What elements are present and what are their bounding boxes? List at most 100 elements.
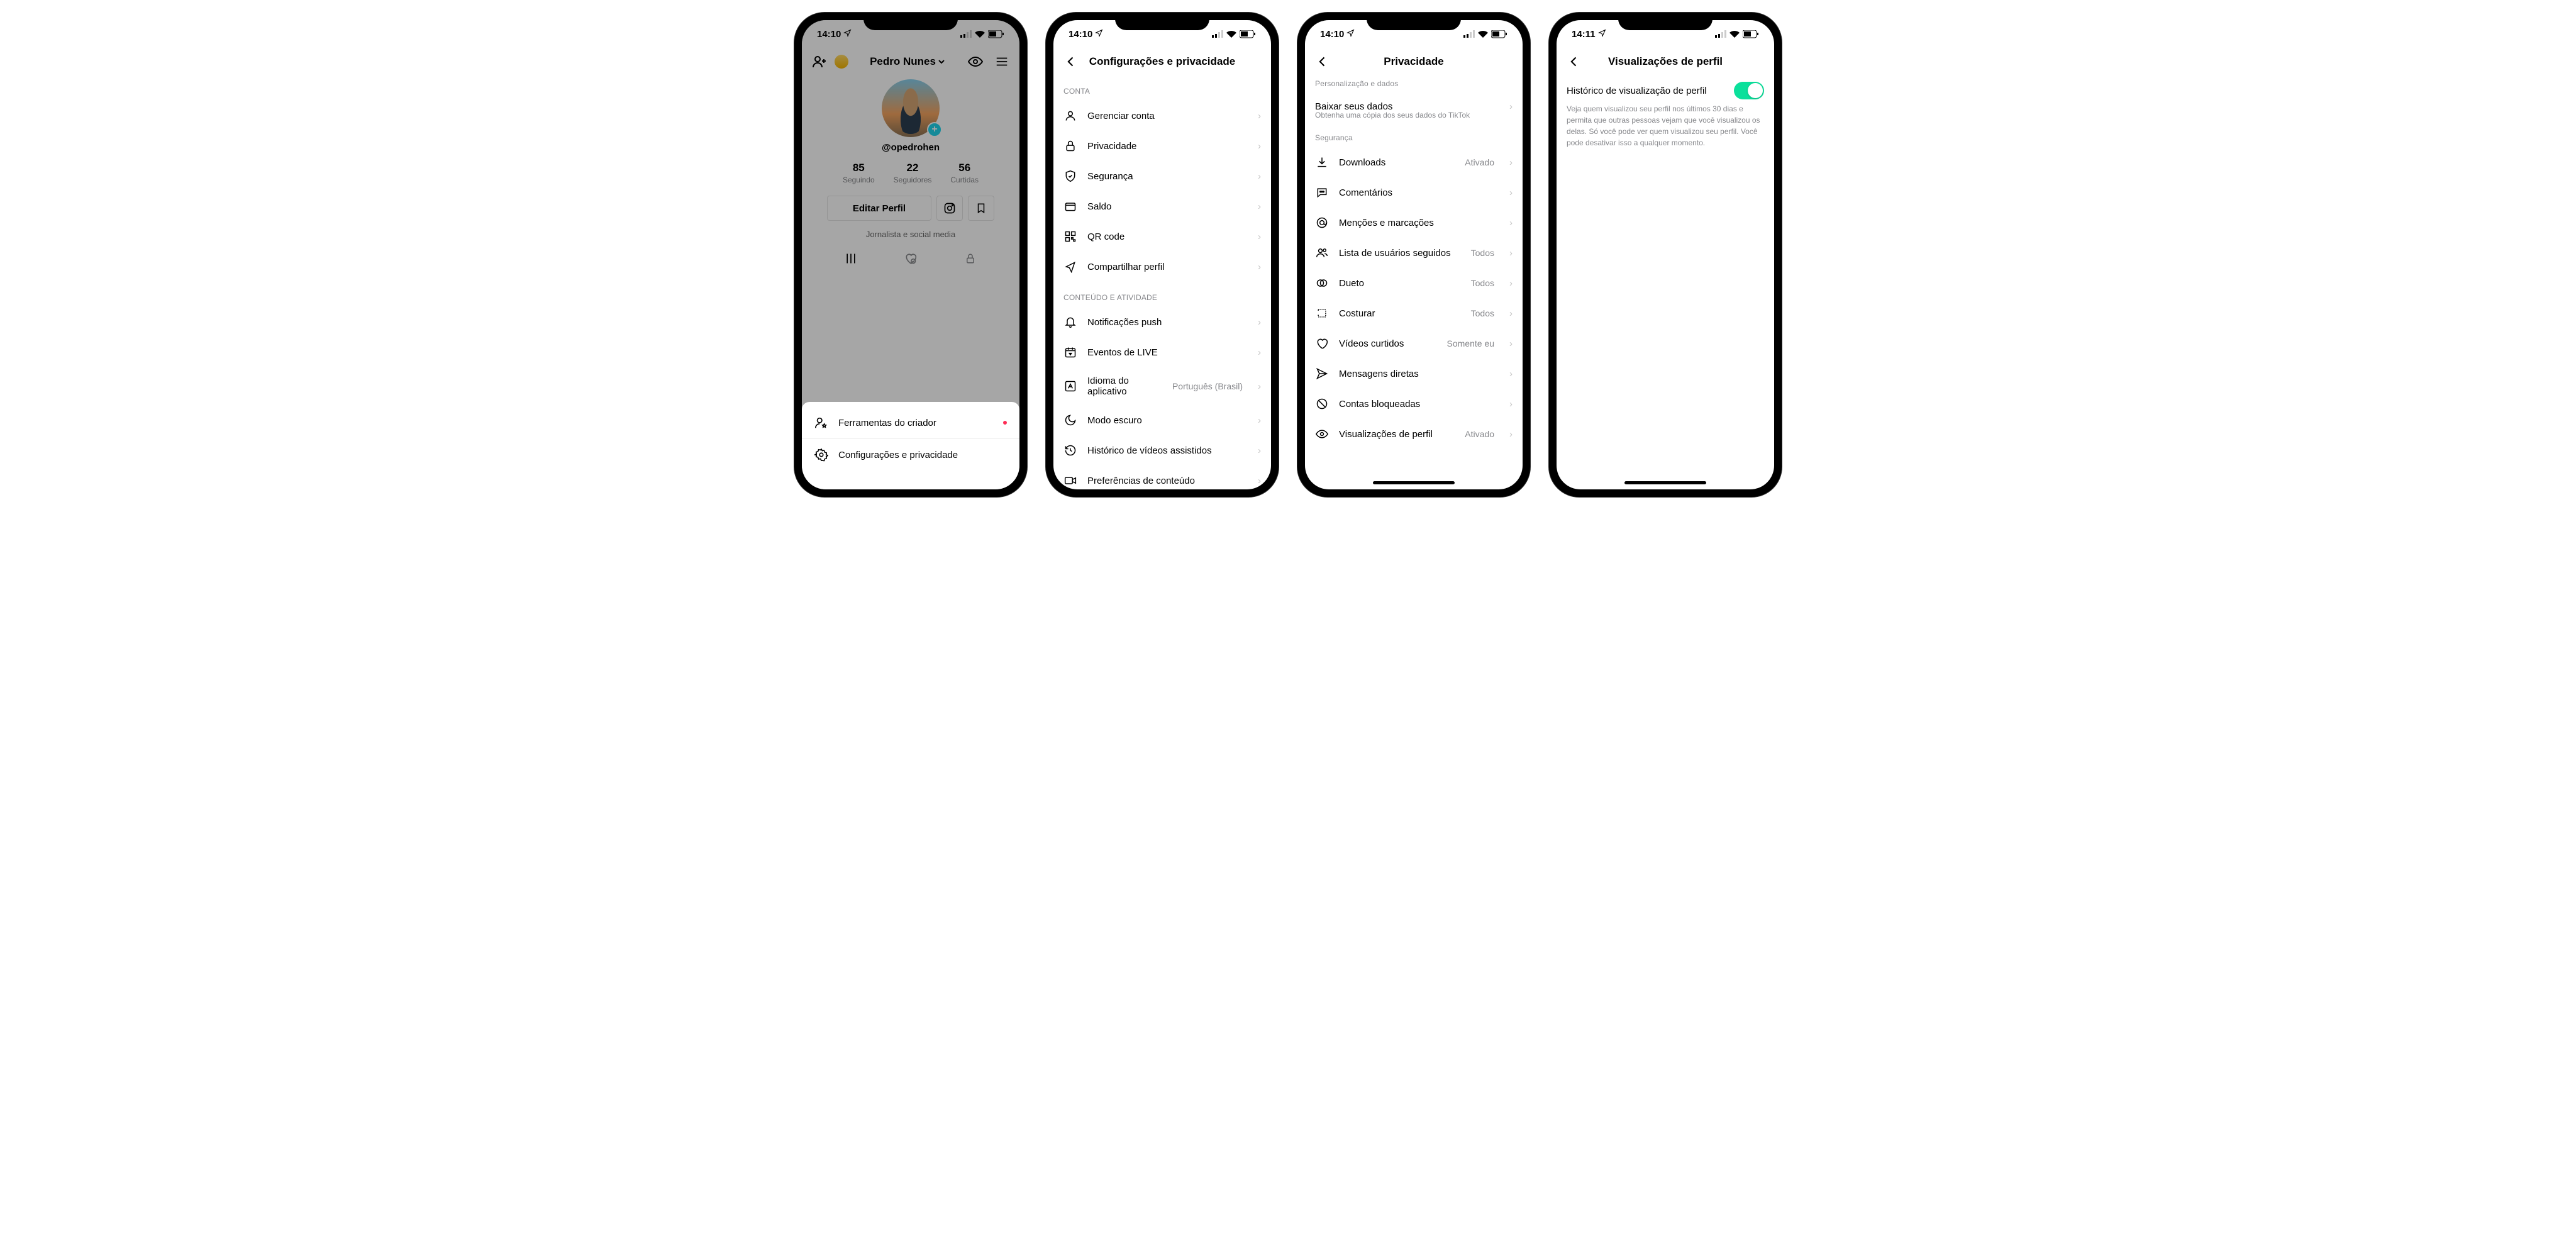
item-manage-account[interactable]: Gerenciar conta › xyxy=(1053,101,1271,131)
phone-3: 14:10 Privacidade Personalização e dados… xyxy=(1297,13,1530,497)
back-button[interactable] xyxy=(1565,53,1583,70)
lock-icon xyxy=(1063,139,1077,153)
chevron-right-icon: › xyxy=(1258,141,1261,152)
profile-view-toggle[interactable] xyxy=(1734,82,1764,99)
item-qr[interactable]: QR code › xyxy=(1053,221,1271,252)
phone-2: 14:10 Configurações e privacidade CONTA … xyxy=(1046,13,1279,497)
shield-icon xyxy=(1063,169,1077,183)
status-icons xyxy=(1212,30,1256,38)
chevron-right-icon: › xyxy=(1258,111,1261,121)
send-icon xyxy=(1315,367,1329,381)
status-icons xyxy=(1463,30,1507,38)
chevron-right-icon: › xyxy=(1258,381,1261,392)
chevron-right-icon: › xyxy=(1509,187,1513,198)
gear-icon xyxy=(814,448,828,462)
item-liked-videos[interactable]: Vídeos curtidos Somente eu › xyxy=(1305,328,1523,359)
page-title: Visualizações de perfil xyxy=(1608,55,1723,68)
chevron-right-icon: › xyxy=(1258,445,1261,456)
at-icon xyxy=(1315,216,1329,230)
chevron-right-icon: › xyxy=(1258,317,1261,328)
screen-profile-views: 14:11 Visualizações de perfil Histórico … xyxy=(1557,20,1774,489)
screen-privacy: 14:10 Privacidade Personalização e dados… xyxy=(1305,20,1523,489)
chevron-right-icon: › xyxy=(1509,399,1513,409)
comment-icon xyxy=(1315,186,1329,199)
item-followed-list[interactable]: Lista de usuários seguidos Todos › xyxy=(1305,238,1523,268)
sheet-settings-label: Configurações e privacidade xyxy=(838,450,958,460)
item-downloads[interactable]: Downloads Ativado › xyxy=(1305,147,1523,177)
privacy-list: Personalização e dados Baixar seus dados… xyxy=(1305,75,1523,489)
item-share[interactable]: Compartilhar perfil › xyxy=(1053,252,1271,282)
item-language[interactable]: Idioma do aplicativo Português (Brasil) … xyxy=(1053,367,1271,405)
item-push[interactable]: Notificações push › xyxy=(1053,307,1271,337)
item-balance[interactable]: Saldo › xyxy=(1053,191,1271,221)
language-icon xyxy=(1063,379,1077,393)
duet-icon xyxy=(1315,276,1329,290)
notch xyxy=(1115,13,1209,30)
item-dm[interactable]: Mensagens diretas › xyxy=(1305,359,1523,389)
location-icon xyxy=(1598,29,1606,40)
item-history[interactable]: Histórico de vídeos assistidos › xyxy=(1053,435,1271,465)
chevron-right-icon: › xyxy=(1509,369,1513,379)
video-icon xyxy=(1063,474,1077,487)
item-blocked[interactable]: Contas bloqueadas › xyxy=(1305,389,1523,419)
home-indicator xyxy=(1373,481,1455,484)
nav-bar: Visualizações de perfil xyxy=(1557,48,1774,75)
item-security[interactable]: Segurança › xyxy=(1053,161,1271,191)
item-dark-mode[interactable]: Modo escuro › xyxy=(1053,405,1271,435)
status-icons xyxy=(1715,30,1759,38)
chevron-right-icon: › xyxy=(1509,278,1513,289)
notch xyxy=(863,13,958,30)
item-comments[interactable]: Comentários › xyxy=(1305,177,1523,208)
notification-dot xyxy=(1003,421,1007,425)
item-stitch[interactable]: Costurar Todos › xyxy=(1305,298,1523,328)
page-title: Configurações e privacidade xyxy=(1089,55,1235,68)
share-icon xyxy=(1063,260,1077,274)
status-time: 14:10 xyxy=(1069,29,1092,40)
bell-icon xyxy=(1063,315,1077,329)
back-button[interactable] xyxy=(1314,53,1331,70)
calendar-icon xyxy=(1063,345,1077,359)
chevron-right-icon: › xyxy=(1258,231,1261,242)
status-time: 14:11 xyxy=(1572,29,1596,40)
screen-settings: 14:10 Configurações e privacidade CONTA … xyxy=(1053,20,1271,489)
toggle-row: Histórico de visualização de perfil xyxy=(1557,75,1774,103)
back-button[interactable] xyxy=(1062,53,1080,70)
section-content: CONTEÚDO E ATIVIDADE xyxy=(1053,282,1271,307)
chevron-right-icon: › xyxy=(1258,171,1261,182)
sheet-settings[interactable]: Configurações e privacidade xyxy=(802,439,1019,471)
chevron-right-icon: › xyxy=(1258,347,1261,358)
phone-1: 14:10 P xyxy=(794,13,1027,497)
item-duet[interactable]: Dueto Todos › xyxy=(1305,268,1523,298)
block-icon xyxy=(1315,397,1329,411)
chevron-right-icon: › xyxy=(1509,218,1513,228)
sheet-creator-tools[interactable]: Ferramentas do criador xyxy=(802,407,1019,439)
creator-tools-icon xyxy=(814,416,828,430)
chevron-right-icon: › xyxy=(1258,476,1261,486)
chevron-right-icon: › xyxy=(1509,429,1513,440)
bottom-sheet: Ferramentas do criador Configurações e p… xyxy=(802,402,1019,489)
item-content-pref[interactable]: Preferências de conteúdo › xyxy=(1053,465,1271,489)
section-account: CONTA xyxy=(1053,75,1271,101)
wallet-icon xyxy=(1063,199,1077,213)
notch xyxy=(1367,13,1461,30)
chevron-right-icon: › xyxy=(1258,262,1261,272)
people-icon xyxy=(1315,246,1329,260)
home-indicator xyxy=(1624,481,1706,484)
chevron-right-icon: › xyxy=(1509,248,1513,259)
chevron-right-icon: › xyxy=(1509,101,1513,112)
chevron-right-icon: › xyxy=(1509,338,1513,349)
nav-bar: Configurações e privacidade xyxy=(1053,48,1271,75)
section-security: Segurança xyxy=(1305,122,1523,147)
download-data-subtitle: Obtenha uma cópia dos seus dados do TikT… xyxy=(1305,111,1523,122)
screen-profile: 14:10 P xyxy=(802,20,1019,489)
item-privacy[interactable]: Privacidade › xyxy=(1053,131,1271,161)
toggle-description: Veja quem visualizou seu perfil nos últi… xyxy=(1557,103,1774,148)
notch xyxy=(1618,13,1713,30)
item-live-events[interactable]: Eventos de LIVE › xyxy=(1053,337,1271,367)
profile-views-content: Histórico de visualização de perfil Veja… xyxy=(1557,75,1774,489)
item-mentions[interactable]: Menções e marcações › xyxy=(1305,208,1523,238)
status-time: 14:10 xyxy=(1320,29,1344,40)
item-profile-views[interactable]: Visualizações de perfil Ativado › xyxy=(1305,419,1523,449)
chevron-right-icon: › xyxy=(1509,157,1513,168)
heart-icon xyxy=(1315,337,1329,350)
